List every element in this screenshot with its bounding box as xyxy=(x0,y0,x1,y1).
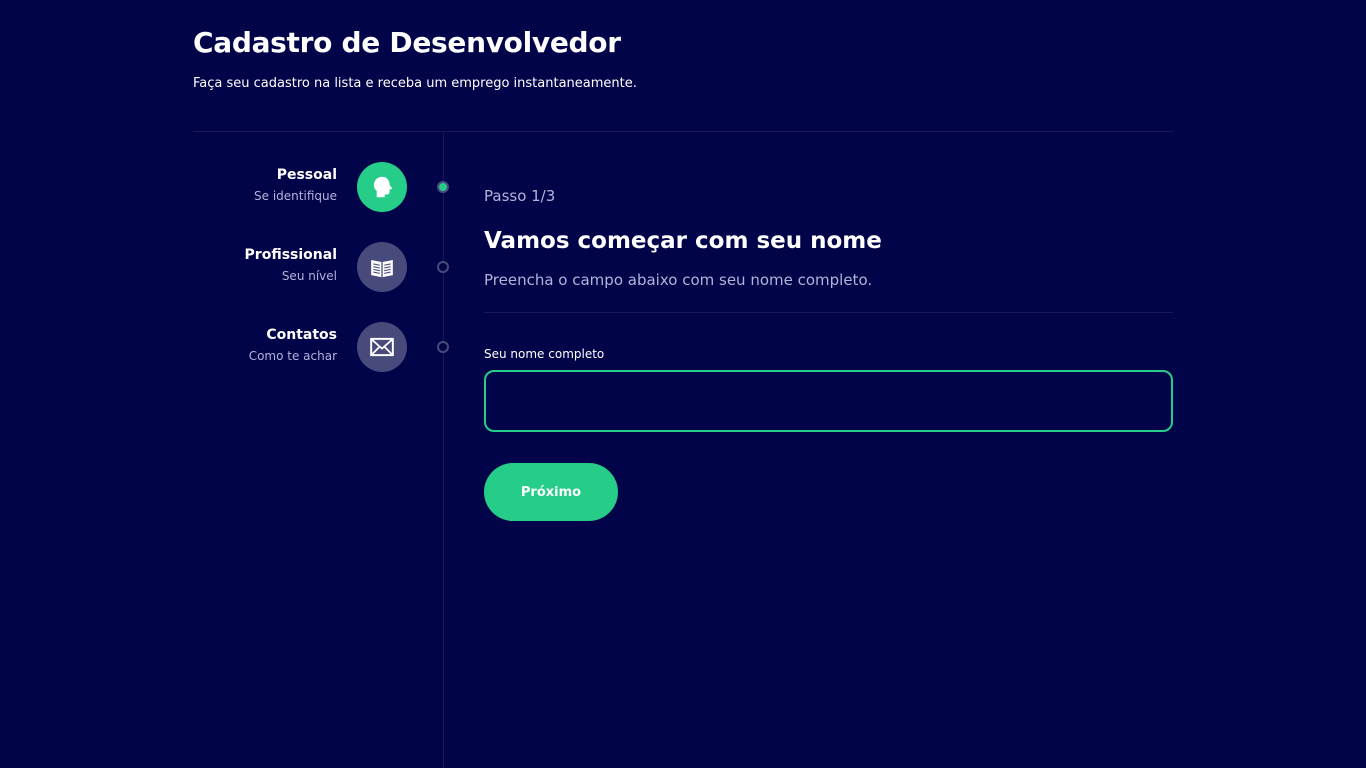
step-description: Se identifique xyxy=(254,189,337,203)
registration-page: Cadastro de Desenvolvedor Faça seu cadas… xyxy=(0,0,1366,768)
step-description: Como te achar xyxy=(248,349,337,363)
step-dot xyxy=(437,341,449,353)
step-icon-circle xyxy=(357,242,407,292)
step-title: Profissional xyxy=(244,247,337,263)
step-title: Contatos xyxy=(266,327,337,343)
next-button[interactable]: Próximo xyxy=(484,463,618,521)
step-dot xyxy=(437,261,449,273)
step-pessoal[interactable]: Pessoal Se identifique xyxy=(193,162,463,212)
full-name-input[interactable] xyxy=(484,370,1173,432)
mail-icon xyxy=(370,337,394,357)
step-text: Pessoal Se identifique xyxy=(254,166,337,203)
full-name-label: Seu nome completo xyxy=(484,347,605,361)
step-description: Seu nível xyxy=(281,269,337,283)
page-header: Cadastro de Desenvolvedor Faça seu cadas… xyxy=(193,24,1173,92)
person-head-icon xyxy=(373,176,393,198)
header-divider xyxy=(193,131,1173,132)
step-contatos[interactable]: Contatos Como te achar xyxy=(193,322,463,372)
steps-divider xyxy=(443,131,444,768)
form-title: Vamos começar com seu nome xyxy=(484,228,882,254)
step-icon-circle xyxy=(357,322,407,372)
form-content: Passo 1/3 Vamos começar com seu nome Pre… xyxy=(484,186,1173,521)
step-text: Contatos Como te achar xyxy=(249,326,337,363)
page-title: Cadastro de Desenvolvedor xyxy=(193,26,621,59)
step-profissional[interactable]: Profissional Seu nível xyxy=(193,242,463,292)
page-subtitle: Faça seu cadastro na lista e receba um e… xyxy=(193,76,637,91)
step-title: Pessoal xyxy=(276,167,337,183)
book-icon xyxy=(371,259,393,278)
form-divider xyxy=(484,312,1173,313)
step-text: Profissional Seu nível xyxy=(245,246,337,283)
step-icon-circle xyxy=(357,162,407,212)
step-counter: Passo 1/3 xyxy=(484,187,556,205)
form-description: Preencha o campo abaixo com seu nome com… xyxy=(484,271,873,289)
step-dot xyxy=(437,181,449,193)
